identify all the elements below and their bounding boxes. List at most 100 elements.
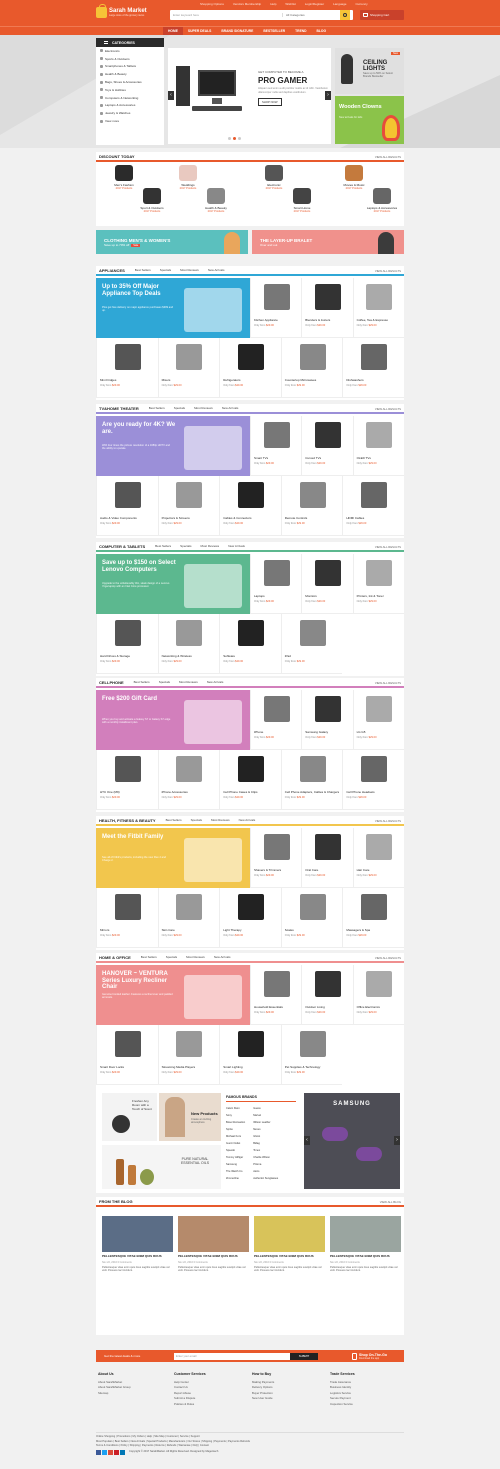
product-cell[interactable]: Scales Only from $29.00	[280, 888, 343, 948]
product-cell[interactable]: OLED TVs Only from $29.00	[352, 416, 404, 476]
product-cell[interactable]: Light Therapy Only from $29.00	[219, 888, 281, 948]
product-cell[interactable]: Office Electronics Only from $29.00	[352, 965, 404, 1025]
brand-link[interactable]: Guess	[253, 1105, 278, 1112]
blog-view-all[interactable]: VIEW ALL BLOG	[380, 1200, 401, 1204]
product-cell[interactable]: Monitors Only from $29.00	[301, 554, 353, 614]
blog-post[interactable]: PELLENTESQUE VITAE ENIM QUIS ROUS Nov 22,…	[330, 1216, 401, 1272]
section-tab[interactable]: Best Sellers	[134, 680, 150, 684]
brand-link[interactable]: Charlie Wilson	[253, 1154, 278, 1161]
footer-link[interactable]: Delivery Options	[252, 1385, 274, 1391]
blog-post[interactable]: PELLENTESQUE VITAE ENIM QUIS ROUS Nov 22,…	[178, 1216, 249, 1272]
section-view-all[interactable]: VIEW ALL RESULTS	[375, 681, 401, 685]
section-tab[interactable]: New Arrivals	[214, 955, 231, 959]
top-link[interactable]: Shopping Options	[200, 2, 224, 6]
footer-link[interactable]: Policies & Rules	[174, 1402, 206, 1408]
newsletter-submit-button[interactable]: SUBMIT	[290, 1352, 318, 1360]
product-cell[interactable]: Countertop Microwaves Only from $29.00	[280, 338, 343, 398]
section-tab[interactable]: New Arrivals	[208, 268, 225, 272]
section-view-all[interactable]: VIEW ALL RESULTS	[375, 956, 401, 960]
search-category-select[interactable]: All Categories	[282, 13, 340, 17]
section-tab[interactable]: Specials	[166, 955, 177, 959]
category-item[interactable]: Toys & Hobbies	[96, 86, 164, 94]
facebook-icon[interactable]	[96, 1449, 101, 1455]
top-link[interactable]: Currency	[355, 2, 367, 6]
top-link[interactable]: Login/Register	[305, 2, 324, 6]
banner-clothing[interactable]: CLOTHING MEN'S & WOMEN'S Save up to 70% …	[96, 230, 248, 254]
top-link[interactable]: Language	[333, 2, 346, 6]
section-view-all[interactable]: VIEW ALL RESULTS	[375, 819, 401, 823]
brand-link[interactable]: Asics	[253, 1168, 278, 1175]
google-plus-icon[interactable]	[108, 1449, 113, 1455]
brand-link[interactable]: Marvel	[253, 1112, 278, 1119]
product-cell[interactable]: iPhone Only from $29.00	[250, 690, 302, 750]
discount-view-all[interactable]: VIEW ALL RESULTS	[375, 155, 401, 159]
top-link[interactable]: Wishlist	[285, 2, 295, 6]
ad-prev-arrow[interactable]: ‹	[304, 1136, 310, 1145]
blog-post-title[interactable]: PELLENTESQUE VITAE ENIM QUIS ROUS	[254, 1254, 325, 1259]
brand-link[interactable]: Timex	[253, 1147, 278, 1154]
brand-link[interactable]: Wilson Leather	[253, 1119, 278, 1126]
slider-dot[interactable]	[228, 137, 231, 140]
product-cell[interactable]: Smart Door Locks Only from $29.00	[96, 1025, 158, 1085]
product-cell[interactable]: Mirrors Only from $29.00	[96, 888, 158, 948]
discount-item[interactable]: Health & Beauty 2017 Products	[196, 188, 236, 216]
shop-now-button[interactable]: SHOP NOW	[258, 98, 282, 106]
product-cell[interactable]: Cables & Connectors Only from $29.00	[219, 476, 281, 536]
category-item[interactable]: Electronics	[96, 47, 164, 55]
blog-post-title[interactable]: PELLENTESQUE VITAE ENIM QUIS ROUS	[330, 1254, 401, 1259]
category-item[interactable]: Laptops & Accessories	[96, 102, 164, 110]
discount-item[interactable]: Laptops & Accessories 2017 Products	[362, 188, 402, 216]
section-tab[interactable]: Most Reviews	[179, 680, 198, 684]
linkedin-icon[interactable]	[120, 1449, 125, 1455]
section-tab[interactable]: New Arrivals	[207, 680, 224, 684]
product-cell[interactable]: Massagers & Spa Only from $29.00	[342, 888, 404, 948]
featured-banner[interactable]: Are you ready for 4K? We are. With four t…	[96, 416, 250, 476]
featured-banner[interactable]: HANOVER ~ VENTURA Series Luxury Recliner…	[96, 965, 250, 1025]
footer-link[interactable]: Inspection Service	[330, 1402, 355, 1408]
slider-next-arrow[interactable]: ›	[325, 91, 331, 100]
featured-banner[interactable]: Save up to $150 on Select Lenovo Compute…	[96, 554, 250, 614]
section-tab[interactable]: Specials	[191, 818, 202, 822]
footer-link[interactable]: Sitemap	[98, 1391, 131, 1397]
logo[interactable]: Sarah Market Large store of the grocery …	[96, 4, 147, 18]
app-download[interactable]: Shop On-The-Go Download the app	[352, 1352, 387, 1360]
product-cell[interactable]: Streaming Media Players Only from $29.00	[157, 1025, 220, 1085]
section-tab[interactable]: Specials	[180, 544, 191, 548]
ad-next-arrow[interactable]: ›	[394, 1136, 400, 1145]
section-tab[interactable]: New Arrivals	[222, 406, 239, 410]
blog-post-title[interactable]: PELLENTESQUE VITAE ENIM QUIS ROUS	[102, 1254, 173, 1259]
blog-post[interactable]: PELLENTESQUE VITAE ENIM QUIS ROUS Nov 22,…	[254, 1216, 325, 1272]
product-cell[interactable]: Oral Care Only from $29.00	[301, 828, 353, 888]
slider-dot[interactable]	[233, 137, 236, 140]
product-cell[interactable]: Printers, Ink & Toner Only from $29.00	[352, 554, 404, 614]
section-tab[interactable]: Most Reviews	[180, 268, 199, 272]
slider-dot[interactable]	[238, 137, 241, 140]
section-tab[interactable]: Best Sellers	[155, 544, 171, 548]
product-cell[interactable]: Software Only from $29.00	[219, 614, 281, 674]
featured-banner[interactable]: Up to 35% Off Major Appliance Top Deals P…	[96, 278, 250, 338]
search-input[interactable]: Enter keyword here	[170, 13, 282, 17]
product-cell[interactable]: Smart TVs Only from $29.00	[250, 416, 302, 476]
category-header[interactable]: CATEGORIES	[96, 38, 164, 47]
product-cell[interactable]: Blenders & Juicers Only from $29.00	[301, 278, 353, 338]
section-tab[interactable]: Specials	[174, 406, 185, 410]
product-cell[interactable]: Hard Drives & Storage Only from $29.00	[96, 614, 158, 674]
product-cell[interactable]: Samsung Galaxy Only from $29.00	[301, 690, 353, 750]
brand-link[interactable]: Calvin Klein	[226, 1105, 245, 1112]
product-cell[interactable]: Kitchen Appliance Only from $29.00	[250, 278, 302, 338]
product-cell[interactable]: Household Essentials Only from $29.00	[250, 965, 302, 1025]
product-cell[interactable]: Hair Care Only from $29.00	[352, 828, 404, 888]
featured-banner[interactable]: Free $200 Gift Card When you buy and acti…	[96, 690, 250, 750]
category-item[interactable]: Computers & Networking	[96, 94, 164, 102]
promo-wooden-clowns[interactable]: Wooden Clowns New arrivals for kids	[335, 96, 404, 144]
promo-essential-oils[interactable]: PURE NATURAL ESSENTIAL OILS	[102, 1145, 221, 1189]
section-tab[interactable]: Best Sellers	[166, 818, 182, 822]
product-cell[interactable]: iPhone Accessories Only from $29.00	[157, 750, 220, 810]
section-tab[interactable]: Most Reviews	[194, 406, 213, 410]
section-tab[interactable]: Best Sellers	[149, 406, 165, 410]
section-view-all[interactable]: VIEW ALL RESULTS	[375, 545, 401, 549]
footer-link[interactable]: New User Guide	[252, 1396, 274, 1402]
top-link[interactable]: Vendors Membership	[233, 2, 261, 6]
discount-item[interactable]: Sport & Outdoors 2017 Products	[132, 188, 172, 216]
brand-link[interactable]: Tommy Hilfiger	[226, 1154, 245, 1161]
